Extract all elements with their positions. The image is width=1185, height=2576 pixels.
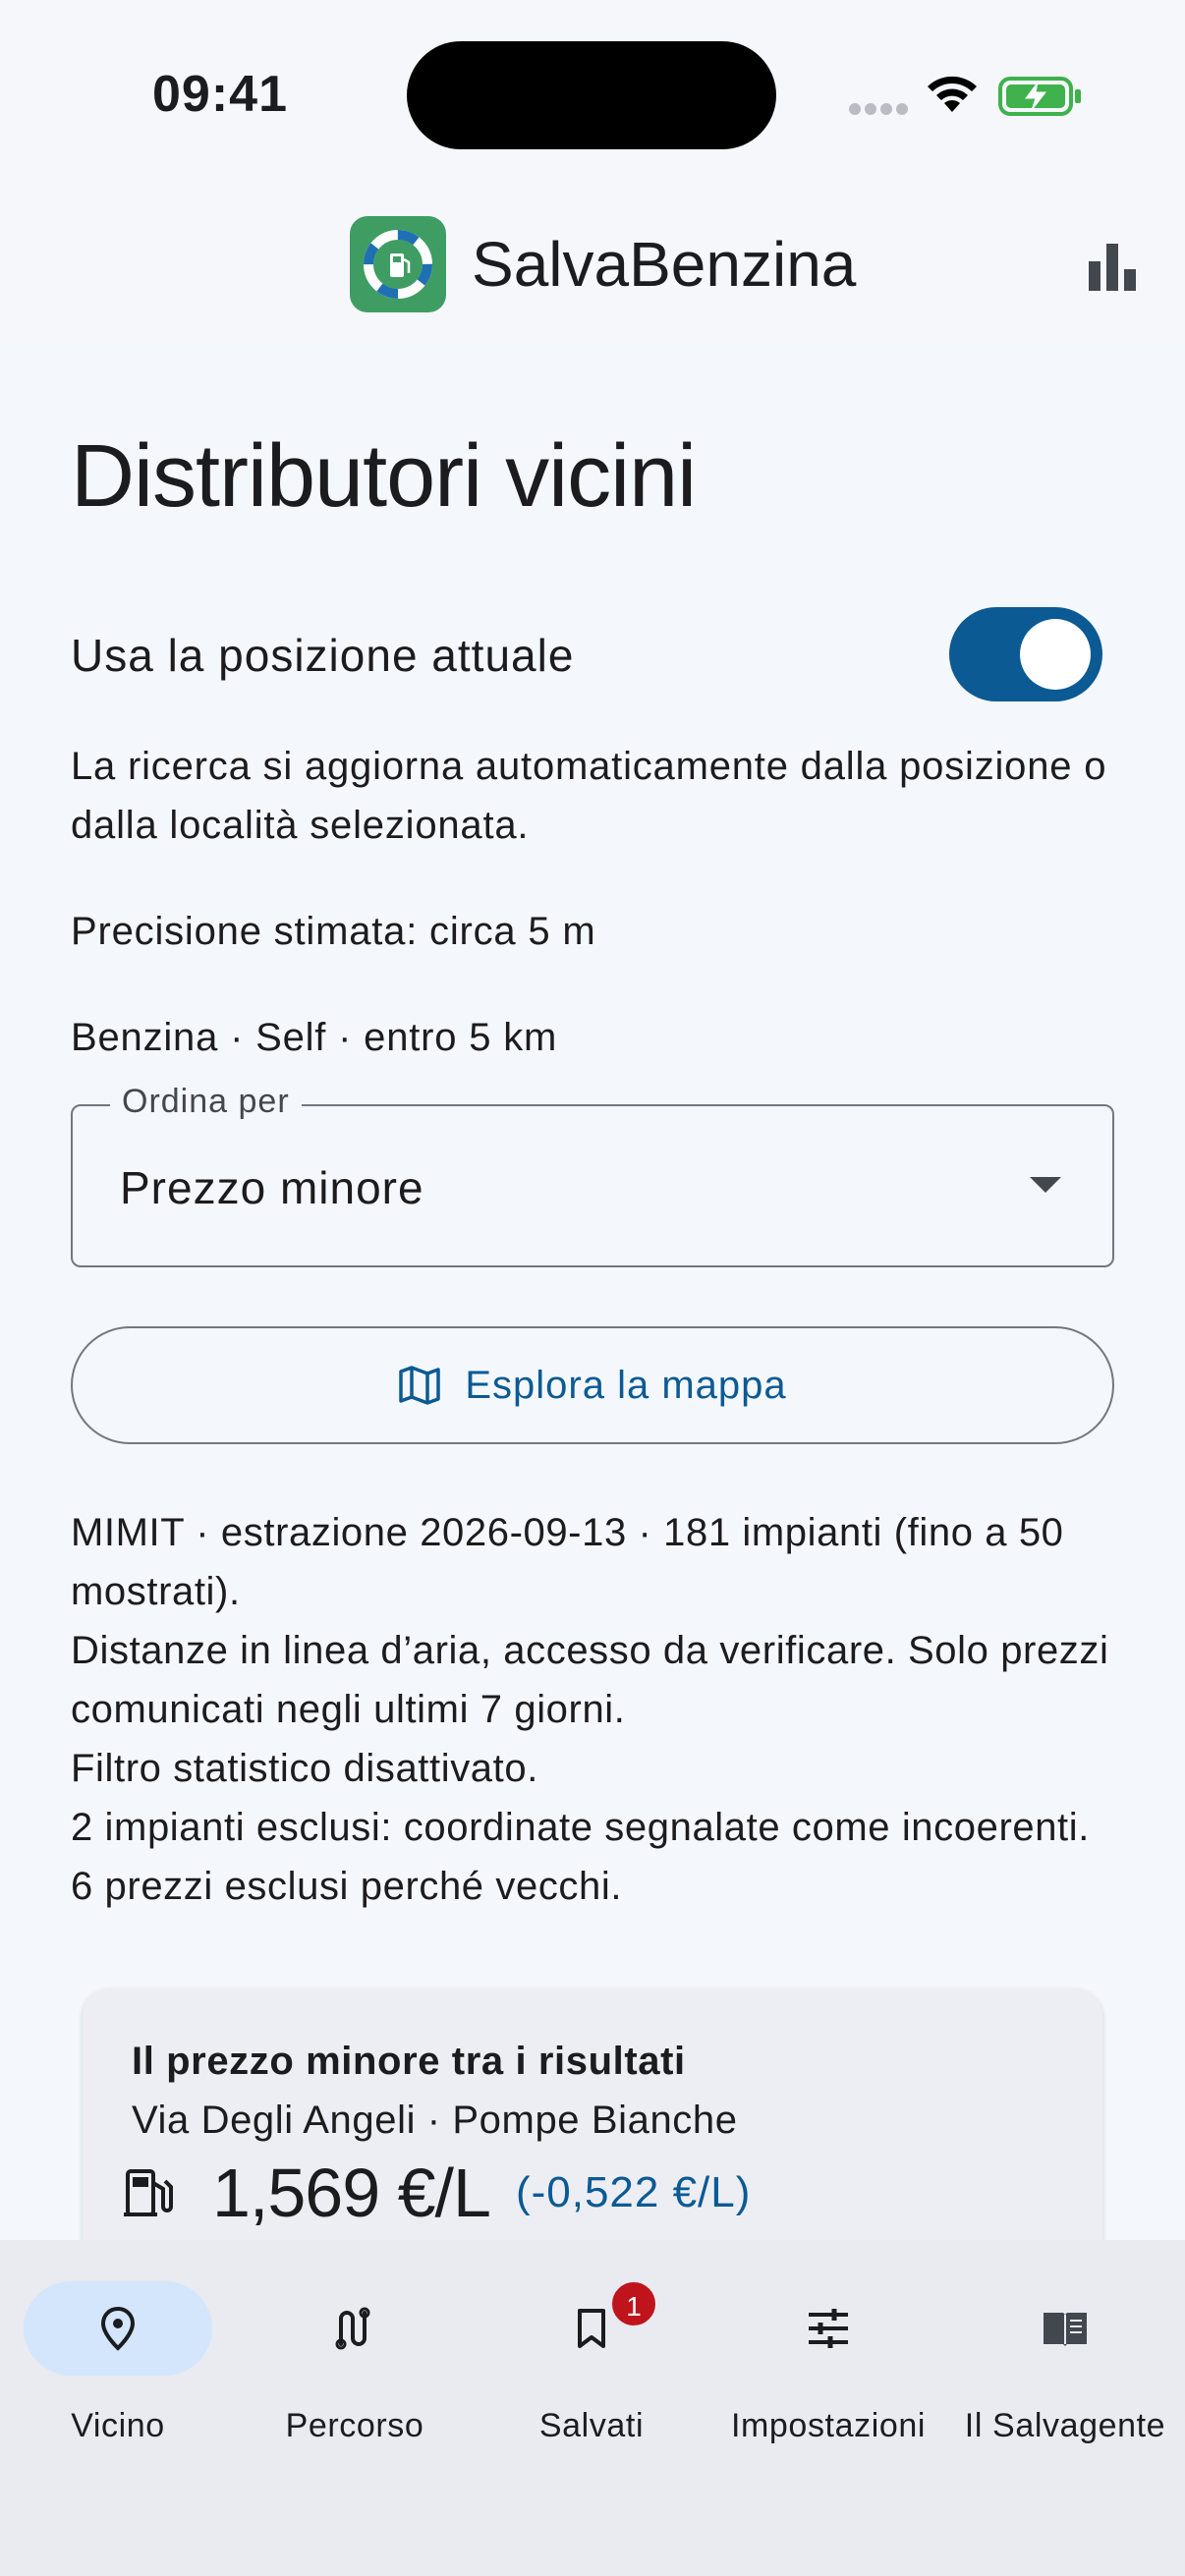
data-info: MIMIT · estrazione 2026-09-13 · 181 impi… [71, 1503, 1132, 1916]
brand: SalvaBenzina [350, 216, 856, 312]
dynamic-island [407, 41, 776, 149]
page-title: Distributori vicini [71, 427, 697, 526]
sort-select-label: Ordina per [110, 1083, 302, 1121]
location-pin-icon [100, 2306, 136, 2351]
map-icon [399, 1366, 441, 1405]
wifi-icon [928, 76, 977, 112]
nav-label: Salvati [538, 2407, 645, 2444]
bottom-navigation: Vicino Percorso 1 Salvati Impostazioni I… [0, 2240, 1185, 2576]
auto-update-text: La ricerca si aggiorna automaticamente d… [71, 745, 1107, 847]
cellular-signal-icon [849, 102, 912, 120]
info-line: 6 prezzi esclusi perché vecchi. [71, 1865, 623, 1908]
app-logo-icon [350, 216, 446, 312]
battery-charging-icon [998, 77, 1081, 116]
sort-select[interactable]: Ordina per Prezzo minore [71, 1083, 1114, 1267]
bookmark-icon [578, 2309, 605, 2348]
route-icon [335, 2307, 370, 2350]
explore-map-label: Esplora la mappa [465, 1363, 787, 1407]
nav-item-salvagente[interactable]: Il Salvagente [947, 2281, 1183, 2458]
info-line: MIMIT · estrazione 2026-09-13 · 181 impi… [71, 1511, 1064, 1613]
app-title: SalvaBenzina [472, 229, 857, 300]
filter-summary: Benzina · Self · entro 5 km [71, 1016, 558, 1059]
toggle-knob [1020, 619, 1091, 690]
tune-icon [809, 2309, 848, 2348]
dropdown-arrow-icon [1030, 1177, 1061, 1193]
best-price-value: 1,569 €/L [212, 2155, 491, 2231]
best-price-delta: (-0,522 €/L) [515, 2168, 752, 2216]
nav-label: Il Salvagente [964, 2407, 1166, 2444]
nav-label: Percorso [285, 2407, 424, 2444]
info-line: 2 impianti esclusi: coordinate segnalate… [71, 1806, 1090, 1849]
use-location-toggle[interactable] [949, 607, 1102, 701]
book-icon [1044, 2313, 1087, 2346]
bar-chart-icon[interactable] [1087, 240, 1138, 293]
status-time: 09:41 [152, 66, 288, 123]
screen: 09:41 SalvaBenzina Distributori vicini U… [0, 0, 1185, 2576]
fuel-pump-icon [124, 2169, 173, 2216]
nav-item-impostazioni[interactable]: Impostazioni [710, 2281, 946, 2458]
nav-item-percorso[interactable]: Percorso [237, 2281, 473, 2458]
sort-select-value: Prezzo minore [120, 1162, 424, 1213]
info-line: Filtro statistico disattivato. [71, 1747, 538, 1790]
use-location-label: Usa la posizione attuale [71, 630, 575, 681]
status-bar: 09:41 [0, 0, 1185, 187]
explore-map-button[interactable]: Esplora la mappa [71, 1326, 1114, 1444]
app-bar: SalvaBenzina [0, 187, 1185, 344]
nav-item-salvati[interactable]: 1 Salvati [474, 2279, 709, 2458]
best-price-title: Il prezzo minore tra i risultati [132, 2040, 686, 2083]
nav-label: Impostazioni [730, 2407, 927, 2444]
info-line: Distanze in linea d’aria, accesso da ver… [71, 1629, 1109, 1731]
best-price-station: Via Degli Angeli · Pompe Bianche [132, 2099, 738, 2142]
nav-item-vicino[interactable]: Vicino [0, 2281, 236, 2458]
precision-text: Precisione stimata: circa 5 m [71, 910, 596, 953]
saved-count-badge: 1 [609, 2279, 658, 2328]
best-price-row: 1,569 €/L (-0,522 €/L) [122, 2154, 751, 2232]
